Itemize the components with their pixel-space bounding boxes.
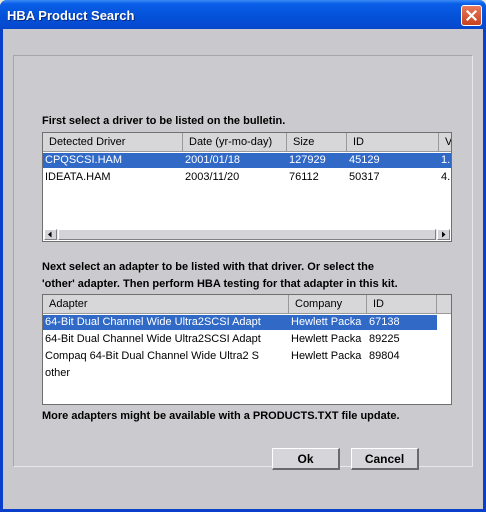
arrow-left-icon	[48, 231, 52, 238]
list-cell: Hewlett Packa	[291, 350, 362, 362]
column-header[interactable]: Size	[287, 133, 347, 152]
list-cell: Hewlett Packa	[291, 333, 362, 345]
window-title: HBA Product Search	[7, 8, 135, 23]
scroll-left-button[interactable]	[44, 229, 57, 240]
arrow-right-icon	[442, 231, 446, 238]
column-header[interactable]: Adapter	[43, 295, 289, 314]
column-header-filler	[437, 295, 451, 314]
list-cell: 76112	[289, 171, 319, 183]
column-header[interactable]: V	[439, 133, 451, 152]
list-cell: 50317	[349, 171, 380, 183]
list-item[interactable]: CPQSCSI.HAM 2001/01/18 127929 45129 1.	[43, 153, 451, 168]
list-cell: 89225	[369, 333, 400, 345]
column-header[interactable]: Detected Driver	[43, 133, 183, 152]
column-header[interactable]: ID	[367, 295, 437, 314]
ok-button[interactable]: Ok	[272, 448, 340, 470]
hba-product-search-window: HBA Product Search First select a driver…	[0, 0, 486, 512]
list-cell: 67138	[369, 316, 400, 328]
list-cell: 64-Bit Dual Channel Wide Ultra2SCSI Adap…	[45, 316, 261, 328]
close-button[interactable]	[461, 5, 482, 26]
list-cell: 4.	[441, 171, 451, 183]
list-item[interactable]: 64-Bit Dual Channel Wide Ultra2SCSI Adap…	[43, 315, 437, 330]
products-note: More adapters might be available with a …	[42, 410, 400, 422]
list-cell: 2003/11/20	[185, 171, 240, 183]
adapter-instruction-line1: Next select an adapter to be listed with…	[42, 261, 374, 273]
list-item[interactable]: other	[43, 366, 437, 381]
list-cell: 2001/01/18	[185, 154, 241, 166]
title-bar[interactable]: HBA Product Search	[0, 0, 486, 32]
list-cell: 127929	[289, 154, 326, 166]
driver-list[interactable]: Detected Driver Date (yr-mo-day) Size ID V CP…	[42, 132, 452, 242]
close-icon	[466, 10, 477, 21]
list-cell: Compaq 64-Bit Dual Channel Wide Ultra2 S	[45, 350, 259, 362]
scroll-right-button[interactable]	[437, 229, 450, 240]
list-item[interactable]: IDEATA.HAM 2003/11/20 76112 50317 4.	[43, 170, 451, 185]
driver-instruction: First select a driver to be listed on th…	[42, 115, 286, 127]
list-cell: 1.	[441, 154, 451, 166]
list-cell: 89804	[369, 350, 400, 362]
list-cell: CPQSCSI.HAM	[45, 154, 123, 166]
list-cell: Hewlett Packa	[291, 316, 362, 328]
adapter-instruction-line2: 'other' adapter. Then perform HBA testin…	[42, 278, 398, 290]
cancel-button[interactable]: Cancel	[351, 448, 419, 470]
scroll-thumb[interactable]	[58, 229, 436, 240]
list-cell: other	[45, 367, 71, 379]
list-item[interactable]: 64-Bit Dual Channel Wide Ultra2SCSI Adap…	[43, 332, 437, 347]
content-panel: First select a driver to be listed on th…	[13, 55, 473, 470]
list-cell: 64-Bit Dual Channel Wide Ultra2SCSI Adap…	[45, 333, 261, 345]
column-header[interactable]: ID	[347, 133, 439, 152]
column-header[interactable]: Company	[289, 295, 367, 314]
adapter-list[interactable]: Adapter Company ID 64-Bit Dual Channel Wide…	[42, 294, 452, 405]
column-header[interactable]: Date (yr-mo-day)	[183, 133, 287, 152]
horizontal-scrollbar[interactable]	[44, 229, 450, 240]
list-item[interactable]: Compaq 64-Bit Dual Channel Wide Ultra2 S…	[43, 349, 437, 364]
list-cell: 45129	[349, 154, 380, 166]
list-cell: IDEATA.HAM	[45, 171, 111, 183]
